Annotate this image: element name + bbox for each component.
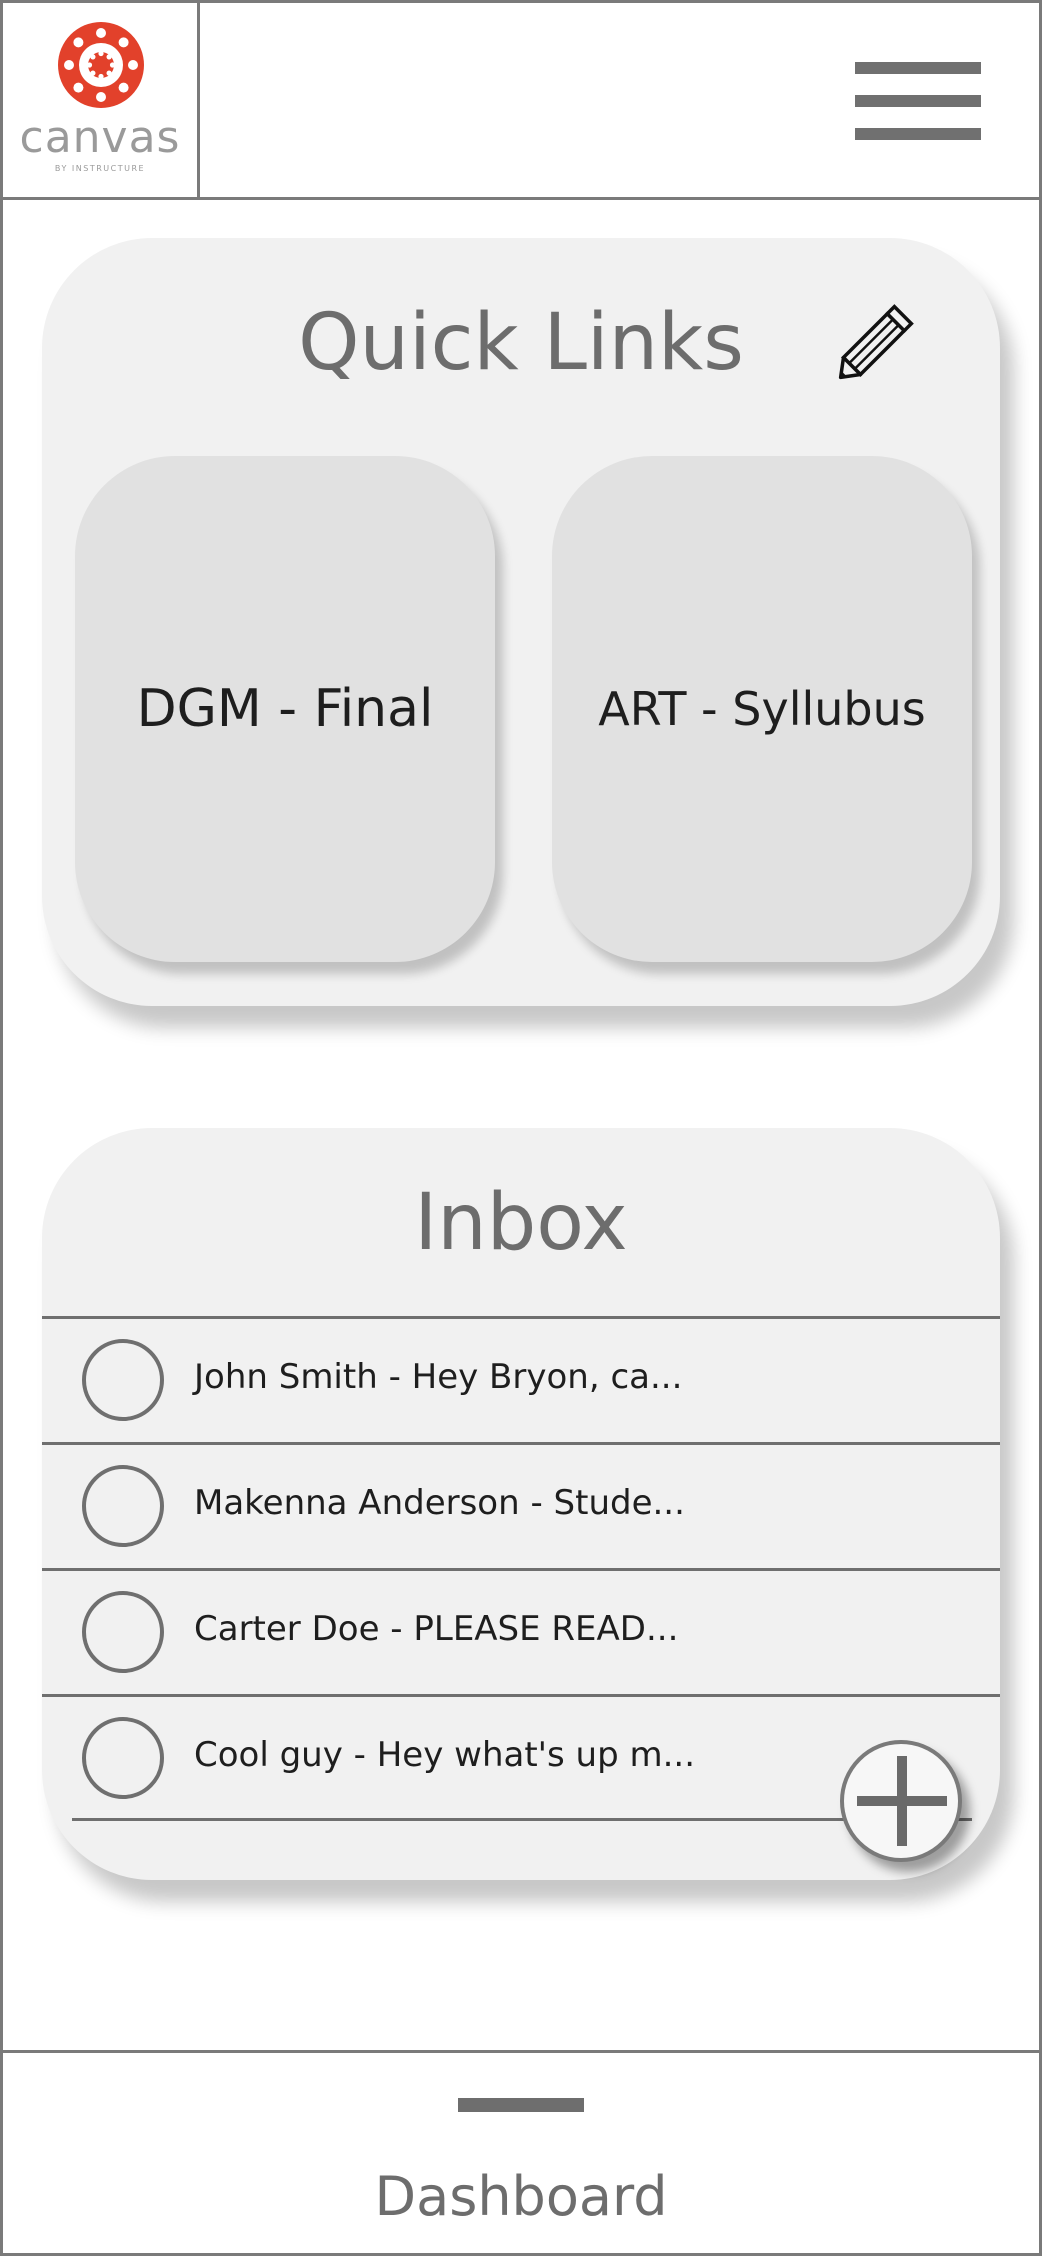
- plus-icon[interactable]: [840, 1740, 962, 1862]
- select-radio[interactable]: [82, 1717, 164, 1799]
- select-radio[interactable]: [82, 1591, 164, 1673]
- pencil-icon[interactable]: [828, 294, 924, 390]
- inbox-message[interactable]: Carter Doe - PLEASE READ...: [42, 1568, 1000, 1694]
- drag-handle[interactable]: [458, 2098, 584, 2112]
- inbox-message[interactable]: Makenna Anderson - Stude...: [42, 1442, 1000, 1568]
- logo-wordmark: canvas: [19, 112, 181, 163]
- logo-tagline: BY INSTRUCTURE: [54, 164, 146, 173]
- quick-link-art-syllubus[interactable]: ART - Syllubus: [552, 456, 972, 962]
- quick-links-card: Quick Links DGM - Final ART - Syllubus: [42, 238, 1000, 1006]
- select-radio[interactable]: [82, 1339, 164, 1421]
- message-preview: John Smith - Hey Bryon, ca...: [194, 1357, 683, 1397]
- message-preview: Carter Doe - PLEASE READ...: [194, 1609, 679, 1649]
- menu-bar: [855, 128, 981, 140]
- menu-bar: [855, 62, 981, 74]
- dashboard-label[interactable]: Dashboard: [0, 2165, 1042, 2228]
- inbox-list: John Smith - Hey Bryon, ca... Makenna An…: [42, 1316, 1000, 1820]
- canvas-logo-icon: [58, 22, 144, 108]
- app-header: canvas BY INSTRUCTURE: [0, 0, 1042, 200]
- hamburger-menu-icon[interactable]: [855, 60, 981, 142]
- menu-bar: [855, 95, 981, 107]
- inbox-title: Inbox: [414, 1178, 628, 1268]
- message-preview: Cool guy - Hey what's up m...: [194, 1735, 696, 1775]
- message-preview: Makenna Anderson - Stude...: [194, 1483, 685, 1523]
- inbox-divider: [72, 1818, 972, 1821]
- select-radio[interactable]: [82, 1465, 164, 1547]
- bottom-nav: Dashboard: [0, 2050, 1042, 2256]
- canvas-logo[interactable]: canvas BY INSTRUCTURE: [0, 0, 200, 200]
- quick-link-dgm-final[interactable]: DGM - Final: [75, 456, 495, 962]
- inbox-message[interactable]: John Smith - Hey Bryon, ca...: [42, 1316, 1000, 1442]
